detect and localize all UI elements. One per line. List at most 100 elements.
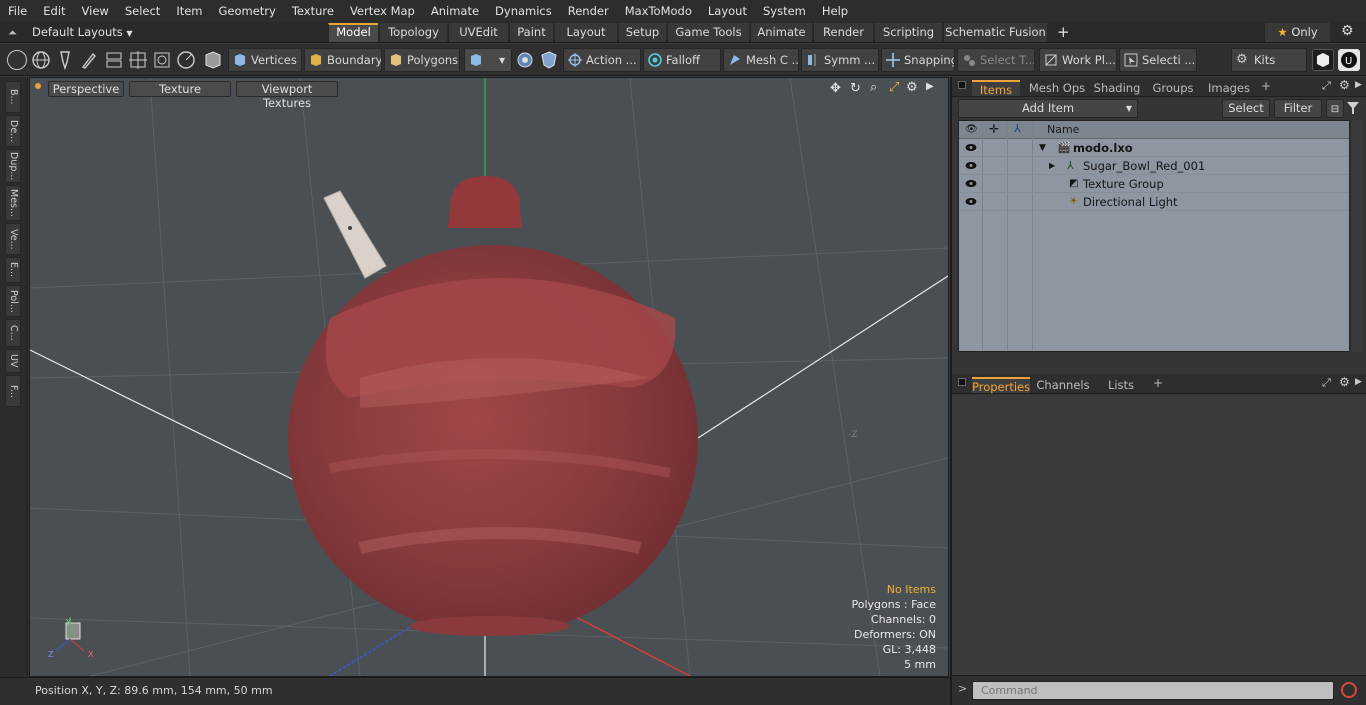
shield-gear-icon[interactable]: [515, 50, 535, 70]
visibility-eye-icon[interactable]: [965, 143, 977, 152]
left-tab-vertex[interactable]: Ve...: [5, 223, 21, 255]
pen-tool-icon[interactable]: [55, 50, 75, 71]
left-tab-polygon[interactable]: Pol...: [5, 285, 21, 317]
panel-maximize-icon[interactable]: ⤢: [1322, 376, 1331, 390]
globe-icon[interactable]: [31, 50, 51, 70]
panel-menu-icon[interactable]: [958, 81, 966, 89]
add-panel-tab-icon[interactable]: +: [1153, 376, 1163, 390]
tree-row-mesh[interactable]: ▶ ⅄ Sugar_Bowl_Red_001: [959, 157, 1349, 175]
menu-animate[interactable]: Animate: [423, 0, 487, 22]
left-tab-deform[interactable]: De...: [5, 115, 21, 147]
maximize-view-icon[interactable]: ⤢: [889, 80, 899, 95]
tab-uvedit[interactable]: UVEdit: [448, 23, 508, 42]
menu-vertex-map[interactable]: Vertex Map: [342, 0, 423, 22]
panel-arrow-icon[interactable]: ▶: [1355, 377, 1362, 387]
tab-items[interactable]: Items: [972, 80, 1020, 97]
add-item-dropdown[interactable]: Add Item ▼: [958, 99, 1138, 118]
add-panel-tab-icon[interactable]: +: [1261, 79, 1271, 93]
panel-menu-icon[interactable]: [958, 378, 966, 386]
layout-selector[interactable]: Default Layouts ▼: [32, 23, 133, 42]
shield-icon[interactable]: [539, 50, 559, 70]
viewport-textures-button[interactable]: Viewport Textures: [236, 81, 338, 110]
tab-animate[interactable]: Animate: [750, 23, 812, 42]
snapping-button[interactable]: Snapping: [881, 48, 955, 72]
left-tab-fusion[interactable]: F...: [5, 375, 21, 407]
work-plane-button[interactable]: Work Pl...: [1039, 48, 1117, 72]
move-view-icon[interactable]: ✥: [830, 81, 841, 96]
brush-icon[interactable]: [79, 50, 99, 70]
left-tab-uv[interactable]: UV: [5, 349, 21, 373]
tab-setup[interactable]: Setup: [618, 23, 666, 42]
menu-edit[interactable]: Edit: [35, 0, 73, 22]
menu-render[interactable]: Render: [560, 0, 617, 22]
menu-item[interactable]: Item: [168, 0, 210, 22]
select-mode-circle-icon[interactable]: [7, 50, 27, 70]
tab-mesh-ops[interactable]: Mesh Ops: [1026, 80, 1088, 96]
collapse-icon[interactable]: ⊟: [1326, 99, 1344, 118]
tab-properties[interactable]: Properties: [972, 377, 1030, 394]
mirror-icon[interactable]: [104, 50, 124, 70]
items-scrollbar[interactable]: [1352, 120, 1362, 352]
menu-system[interactable]: System: [755, 0, 814, 22]
action-center-button[interactable]: Action ...: [563, 48, 641, 72]
command-input[interactable]: [972, 681, 1334, 700]
rotate-circle-icon[interactable]: [176, 50, 196, 70]
left-tab-curve[interactable]: C...: [5, 319, 21, 347]
rotate-view-icon[interactable]: ↻: [850, 81, 861, 96]
zoom-view-icon[interactable]: ⌕: [870, 80, 877, 95]
tree-collapsed-icon[interactable]: ▶: [1049, 157, 1055, 175]
symmetry-button[interactable]: Symm ...: [801, 48, 879, 72]
cube-solid-icon[interactable]: [202, 50, 224, 70]
filter-button[interactable]: Filter: [1274, 99, 1322, 118]
menu-view[interactable]: View: [74, 0, 117, 22]
mesh-constraint-button[interactable]: Mesh C ...: [723, 48, 799, 72]
record-macro-icon[interactable]: [1341, 682, 1357, 698]
tree-row-directional-light[interactable]: ☀ Directional Light: [959, 193, 1349, 211]
tree-row-texture-group[interactable]: ◩ Texture Group: [959, 175, 1349, 193]
tab-channels[interactable]: Channels: [1036, 377, 1090, 393]
viewport-expand-arrow-icon[interactable]: ▶: [926, 81, 934, 92]
tab-layout[interactable]: Layout: [554, 23, 617, 42]
polygons-button[interactable]: Polygons: [384, 48, 460, 72]
visibility-eye-icon[interactable]: [965, 161, 977, 170]
menu-texture[interactable]: Texture: [284, 0, 342, 22]
panel-maximize-icon[interactable]: ⤢: [1322, 79, 1331, 93]
grid-snap-icon[interactable]: [128, 50, 148, 70]
viewport-scene[interactable]: Y X Z: [30, 78, 948, 676]
viewport-settings-gear-icon[interactable]: ⚙: [906, 80, 918, 95]
tab-render[interactable]: Render: [813, 23, 873, 42]
vertices-button[interactable]: Vertices: [228, 48, 302, 72]
tab-game-tools[interactable]: Game Tools: [667, 23, 749, 42]
name-column-header[interactable]: Name: [1047, 123, 1079, 136]
visibility-eye-icon[interactable]: [965, 197, 977, 206]
lock-column-icon[interactable]: ✛: [989, 122, 999, 136]
viewport-menu-dot-icon[interactable]: [35, 83, 41, 89]
tab-schematic-fusion[interactable]: Schematic Fusion: [943, 23, 1047, 42]
shading-texture-button[interactable]: Texture: [129, 81, 231, 97]
select-through-button[interactable]: Select T...: [957, 48, 1035, 72]
tab-scripting[interactable]: Scripting: [874, 23, 942, 42]
left-tab-mesh-edit[interactable]: Mes...: [5, 185, 21, 221]
boundary-button[interactable]: Boundary: [304, 48, 382, 72]
visibility-column-eye-icon[interactable]: 👁: [965, 124, 978, 135]
only-toggle[interactable]: ★ Only: [1264, 23, 1330, 42]
tab-model[interactable]: Model: [328, 23, 378, 42]
panel-gear-icon[interactable]: ⚙: [1339, 375, 1350, 389]
tree-row-scene[interactable]: ▼ 🎬 modo.lxo: [959, 139, 1349, 157]
menu-file[interactable]: File: [0, 0, 35, 22]
visibility-eye-icon[interactable]: [965, 179, 977, 188]
modo-cube-icon[interactable]: [1312, 49, 1334, 71]
select-button[interactable]: Select: [1222, 99, 1270, 118]
kits-button[interactable]: ⚙ Kits: [1231, 48, 1307, 72]
tab-groups[interactable]: Groups: [1148, 80, 1198, 96]
layout-collapse-icon[interactable]: ⏶: [8, 26, 18, 39]
funnel-icon[interactable]: [1346, 101, 1360, 115]
menu-select[interactable]: Select: [117, 0, 168, 22]
gear-icon[interactable]: ⚙: [1341, 23, 1354, 39]
tab-images[interactable]: Images: [1204, 80, 1254, 96]
left-tab-edge[interactable]: E...: [5, 257, 21, 283]
tab-shading[interactable]: Shading: [1090, 80, 1144, 96]
3d-viewport[interactable]: Y X Z -Z Perspective Texture Viewport Te…: [29, 77, 949, 677]
panel-arrow-icon[interactable]: ▶: [1355, 80, 1362, 90]
menu-dynamics[interactable]: Dynamics: [487, 0, 560, 22]
